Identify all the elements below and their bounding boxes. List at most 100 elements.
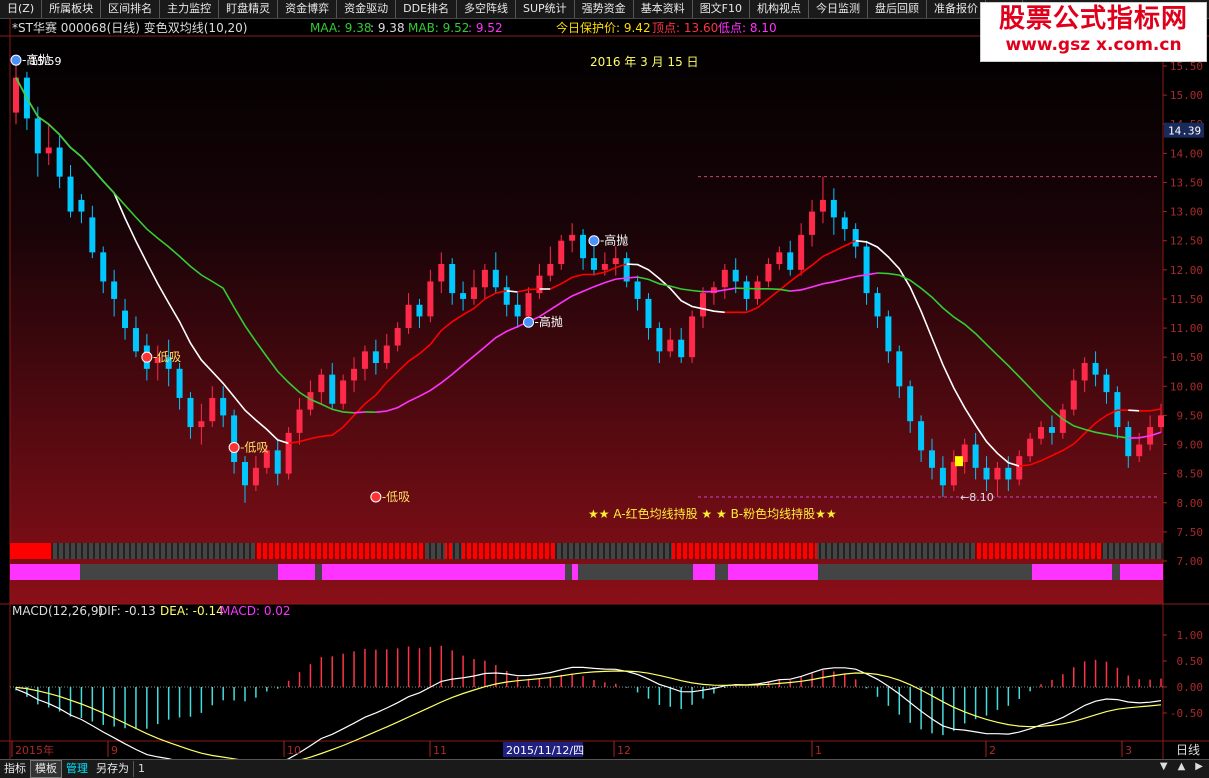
price-tick-label: 11.50 (1170, 293, 1203, 306)
pink-ma-hold-bar (10, 564, 80, 580)
candle-down (907, 386, 913, 421)
candle-down (842, 217, 848, 229)
high-sell-label: -高抛 (600, 233, 628, 248)
pink-ma-hold-bar (278, 564, 315, 580)
red-ma-hold-bar (10, 543, 52, 559)
ma10-line (1128, 410, 1139, 411)
menu-item-4[interactable]: 盯盘精灵 (219, 0, 278, 18)
high-sell-label: -高抛 (535, 314, 563, 329)
macd-value: MACD: 0.02 (220, 604, 291, 618)
candle-up (1038, 427, 1044, 439)
save-as-tab[interactable]: 另存为 (92, 761, 133, 777)
chart-title: *ST华赛 000068(日线) 变色双均线(10,20) (12, 20, 247, 35)
menu-item-9[interactable]: SUP统计 (516, 0, 575, 18)
price-tick-label: 8.00 (1177, 497, 1204, 510)
watermark-line2: www.gsz x.com.cn (981, 35, 1206, 55)
candle-down (416, 305, 422, 317)
indicator-tab[interactable]: 指标 (0, 761, 30, 777)
candle-up (1016, 456, 1022, 479)
chart-area[interactable]: 15.5015.0014.5014.0013.5013.0012.5012.00… (0, 18, 1209, 759)
candle-down (68, 177, 74, 212)
candle-down (635, 281, 641, 298)
candle-down (1103, 375, 1109, 392)
price-tick-label: 13.00 (1170, 206, 1203, 219)
scroll-down-icon[interactable]: ▼ (1160, 761, 1168, 772)
menu-item-2[interactable]: 区间排名 (101, 0, 160, 18)
time-tick-label: 10 (287, 744, 301, 757)
candle-up (471, 287, 477, 299)
scroll-right-icon[interactable]: ▶ (1195, 761, 1203, 772)
candle-down (57, 148, 63, 177)
candle-down (35, 118, 41, 153)
peak-price-label: 15.59 (30, 55, 62, 68)
current-price-label: 14.39 (1168, 125, 1201, 138)
candle-down (744, 281, 750, 298)
pink-ma-hold-bar (1112, 564, 1120, 580)
min-price-label: ←8.10 (960, 491, 994, 504)
price-tick-label: 8.50 (1177, 468, 1204, 481)
price-tick-label: 9.00 (1177, 439, 1204, 452)
pink-ma-hold-bar (565, 564, 572, 580)
macd-dif: DIF: -0.13 (98, 604, 156, 618)
menu-item-1[interactable]: 所属板块 (42, 0, 101, 18)
manage-tab[interactable]: 管理 (62, 761, 92, 777)
candle-up (351, 369, 357, 381)
pink-ma-hold-bar (572, 564, 578, 580)
menu-item-10[interactable]: 强势资金 (575, 0, 634, 18)
time-tick-label: 2 (989, 744, 996, 757)
candle-up (1027, 439, 1033, 456)
macd-tick-label: 0.00 (1177, 681, 1204, 694)
cursor-date-label: 2015/11/12/四 (506, 744, 584, 757)
candle-down (100, 252, 106, 281)
red-ma-hold-bar (555, 543, 672, 559)
menu-item-0[interactable]: 日(Z) (0, 0, 42, 18)
candle-up (798, 235, 804, 270)
candle-down (864, 247, 870, 294)
scroll-up-icon[interactable]: ▲ (1178, 761, 1186, 772)
pink-ma-hold-bar (80, 564, 278, 580)
menu-item-11[interactable]: 基本资料 (634, 0, 693, 18)
pink-ma-hold-bar (578, 564, 693, 580)
top-price: 顶点: 13.60 (652, 21, 718, 35)
candle-up (547, 264, 553, 276)
candle-up (198, 421, 204, 427)
menu-item-3[interactable]: 主力监控 (160, 0, 219, 18)
candle-down (275, 450, 281, 473)
candle-up (253, 468, 259, 485)
menu-item-6[interactable]: 资金驱动 (337, 0, 396, 18)
candle-down (580, 235, 586, 258)
candle-down (122, 311, 128, 328)
period-label: 日线 (1176, 743, 1200, 757)
candle-down (1005, 468, 1011, 480)
low-buy-label: -低吸 (382, 490, 410, 504)
candle-up (536, 276, 542, 293)
menu-item-13[interactable]: 机构视点 (750, 0, 809, 18)
menu-item-15[interactable]: 盘后回顾 (868, 0, 927, 18)
price-tick-label: 15.00 (1170, 89, 1203, 102)
candle-down (918, 421, 924, 450)
macd-tick-label: 1.00 (1177, 629, 1204, 642)
menu-item-5[interactable]: 资金博弈 (278, 0, 337, 18)
low-buy-icon (229, 442, 239, 452)
candle-down (853, 229, 859, 246)
candle-up (1082, 363, 1088, 380)
page-number[interactable]: 1 (133, 761, 149, 777)
macd-dea: DEA: -0.14 (160, 604, 224, 618)
maa-value: : 9.38 (370, 21, 405, 35)
menu-item-14[interactable]: 今日监测 (809, 0, 868, 18)
menu-item-12[interactable]: 图文F10 (693, 0, 750, 18)
candle-up (809, 212, 815, 235)
candle-down (242, 462, 248, 485)
watermark-line1: 股票公式指标网 (981, 3, 1206, 35)
scroll-controls: ▼ ▲ ▶ (1160, 761, 1203, 772)
candle-up (46, 148, 52, 154)
candle-up (602, 264, 608, 270)
candle-down (591, 258, 597, 270)
menu-item-16[interactable]: 准备报价 (927, 0, 986, 18)
candle-up (362, 351, 368, 368)
menu-item-8[interactable]: 多空阵线 (457, 0, 516, 18)
candle-up (384, 346, 390, 363)
menu-item-7[interactable]: DDE排名 (396, 0, 457, 18)
candle-up (776, 252, 782, 264)
template-tab[interactable]: 模板 (30, 760, 62, 778)
